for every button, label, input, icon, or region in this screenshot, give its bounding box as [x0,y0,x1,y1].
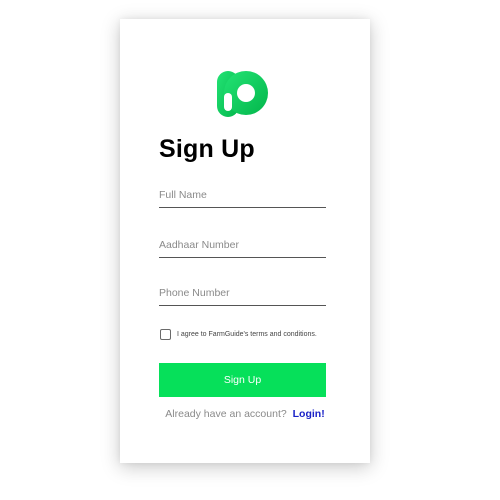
login-prompt-text: Already have an account? [165,408,287,420]
aadhaar-number-input[interactable] [159,233,326,258]
login-prompt: Already have an account? Login! [120,408,370,420]
terms-row: I agree to FarmGuide's terms and conditi… [160,329,317,340]
phone-number-input[interactable] [159,281,326,306]
terms-checkbox[interactable] [160,329,171,340]
terms-label: I agree to FarmGuide's terms and conditi… [177,331,317,338]
page-title: Sign Up [159,135,255,163]
signup-card: Sign Up I agree to FarmGuide's terms and… [120,19,370,463]
app-logo-icon [215,69,271,119]
login-link[interactable]: Login! [293,408,325,420]
sign-up-button[interactable]: Sign Up [159,363,326,397]
full-name-input[interactable] [159,183,326,208]
